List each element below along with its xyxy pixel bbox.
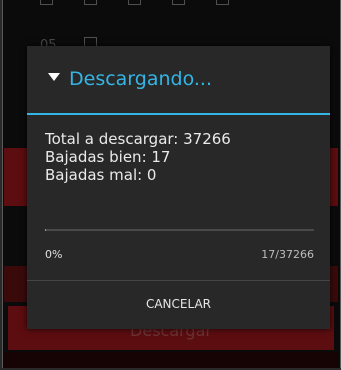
background-top-row <box>40 0 260 8</box>
background-bottom-bar <box>4 352 338 368</box>
failed-line: Bajadas mal: 0 <box>45 166 157 184</box>
triangle-down-icon <box>48 73 60 81</box>
dialog-title-bar: Descargando... <box>27 46 330 114</box>
download-stats: Total a descargar: 37266 Bajadas bien: 1… <box>45 130 231 184</box>
success-line: Bajadas bien: 17 <box>45 148 171 166</box>
progress-count: 17/37266 <box>261 248 314 261</box>
title-divider <box>27 113 330 115</box>
dialog-title: Descargando... <box>69 68 213 90</box>
download-dialog: Descargando... Total a descargar: 37266 … <box>27 46 330 329</box>
progress-percent: 0% <box>45 248 63 261</box>
cancel-button[interactable]: CANCELAR <box>27 281 330 329</box>
progress-bar <box>45 229 314 231</box>
total-line: Total a descargar: 37266 <box>45 130 231 148</box>
